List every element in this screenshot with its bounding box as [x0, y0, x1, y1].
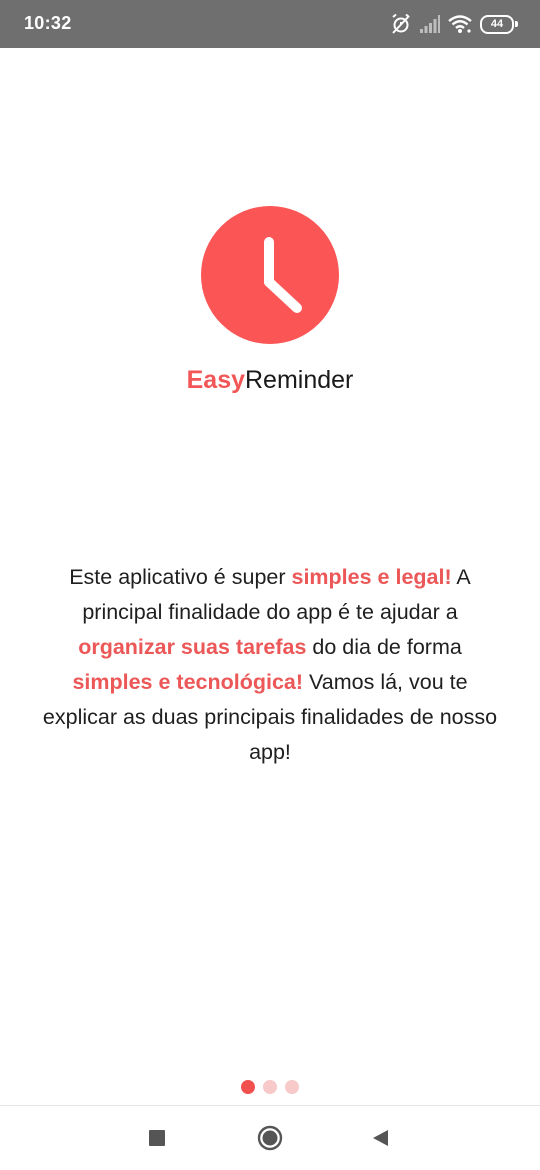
- battery-level: 44: [480, 14, 514, 34]
- system-nav-bar: [0, 1106, 540, 1170]
- page-dot-2[interactable]: [263, 1080, 277, 1094]
- onboarding-description: Este aplicativo é super simples e legal!…: [40, 560, 500, 770]
- alarm-off-icon: [390, 13, 412, 35]
- signal-icon: [420, 15, 440, 33]
- home-icon: [257, 1125, 283, 1151]
- app-logo: [201, 206, 339, 344]
- back-icon: [373, 1130, 388, 1146]
- status-icons: 44: [390, 12, 518, 36]
- description-text-3: do dia de forma: [306, 635, 462, 659]
- page-dot-1[interactable]: [241, 1080, 255, 1094]
- app-name-accent: Easy: [186, 366, 245, 394]
- app-name-rest: Reminder: [245, 366, 354, 394]
- recent-apps-icon: [149, 1130, 165, 1146]
- description-highlight-2: organizar suas tarefas: [78, 635, 307, 659]
- home-button[interactable]: [254, 1122, 286, 1154]
- battery-icon: 44: [480, 14, 518, 34]
- back-button[interactable]: [364, 1122, 396, 1154]
- status-bar: 10:32 44: [0, 0, 540, 48]
- page-dot-3[interactable]: [285, 1080, 299, 1094]
- description-highlight-1: simples e legal!: [291, 565, 452, 589]
- wifi-icon: [448, 14, 472, 34]
- battery-tip: [515, 21, 518, 27]
- status-time: 10:32: [24, 13, 72, 33]
- onboarding-screen: 10:32 44 EasyReminder Este aplicativo é …: [0, 0, 540, 1170]
- recent-apps-button[interactable]: [141, 1122, 173, 1154]
- app-name: EasyReminder: [0, 366, 540, 395]
- clock-icon: [264, 237, 302, 313]
- description-text-1: Este aplicativo é super: [69, 565, 292, 589]
- page-indicator: [0, 1080, 540, 1094]
- description-highlight-3: simples e tecnológica!: [72, 670, 304, 694]
